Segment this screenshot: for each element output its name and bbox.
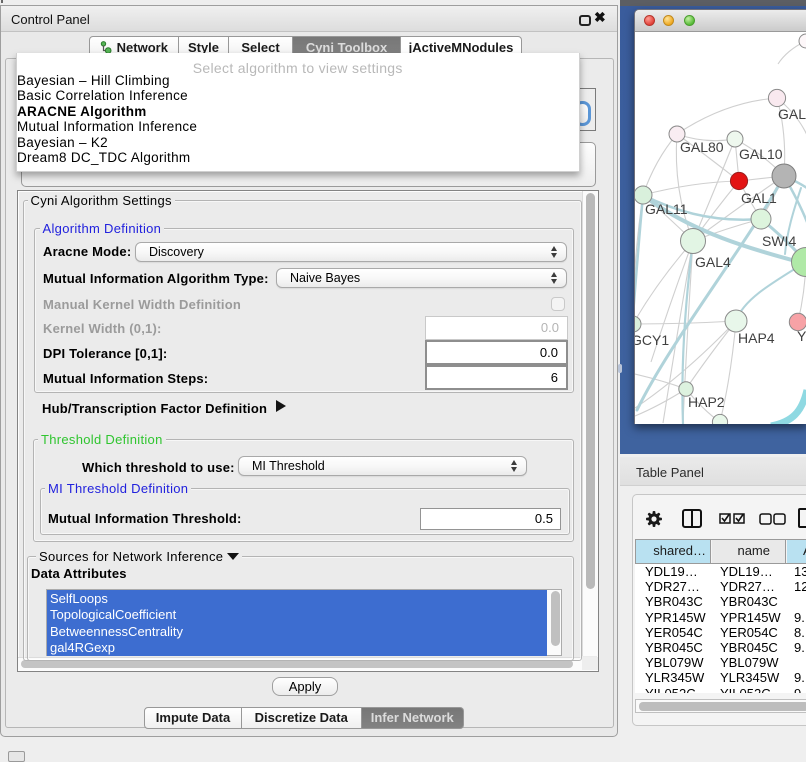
svg-text:GAL10: GAL10 bbox=[739, 146, 783, 162]
svg-text:GAL80: GAL80 bbox=[680, 139, 724, 155]
svg-text:GAL1: GAL1 bbox=[741, 190, 777, 206]
svg-text:HAP4: HAP4 bbox=[738, 330, 775, 346]
svg-text:GAL11: GAL11 bbox=[645, 201, 688, 217]
svg-text:GAL4: GAL4 bbox=[695, 254, 731, 270]
svg-text:GAL: GAL bbox=[778, 106, 806, 122]
svg-text:SWI4: SWI4 bbox=[762, 233, 796, 249]
svg-text:GCY1: GCY1 bbox=[635, 332, 669, 348]
svg-text:Y: Y bbox=[797, 328, 806, 344]
svg-text:HAP2: HAP2 bbox=[688, 394, 725, 410]
